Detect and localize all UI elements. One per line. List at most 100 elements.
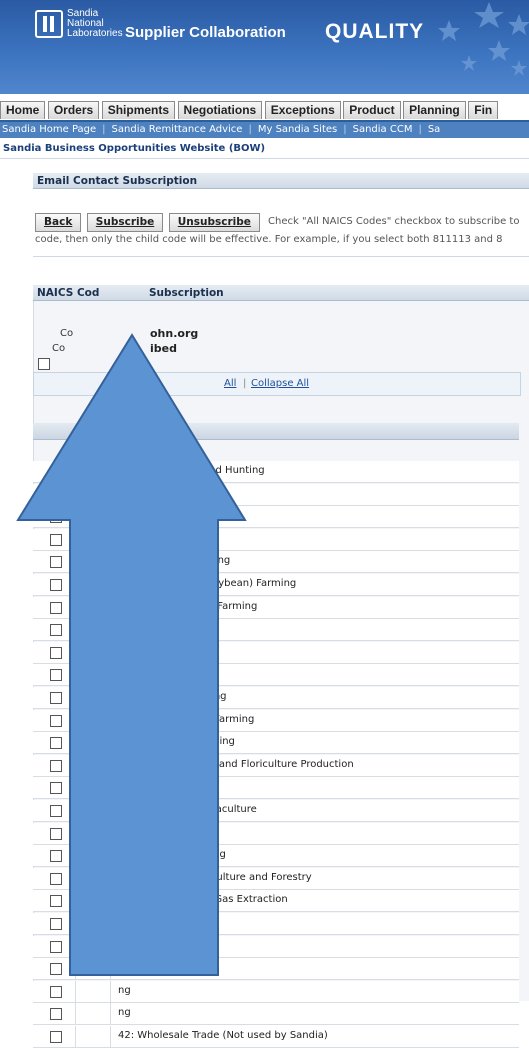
naics-checkbox[interactable] — [50, 692, 62, 704]
naics-row-label: 42: Wholesale Trade (Not used by Sandia) — [118, 1030, 328, 1041]
link-sandia-ccm[interactable]: Sandia CCM — [353, 124, 413, 135]
naics-row-label: rrying, and Oil and Gas Extraction — [118, 894, 288, 905]
contact-status-value: ibed — [150, 342, 177, 355]
naics-row-checkbox-cell — [33, 1003, 76, 1024]
naics-checkbox[interactable] — [50, 624, 62, 636]
collapse-all-link[interactable]: Collapse All — [251, 373, 309, 395]
all-naics-checkbox[interactable] — [38, 358, 50, 370]
link-more[interactable]: Sa — [428, 124, 440, 135]
naics-expand-cell — [75, 1003, 111, 1024]
naics-row-checkbox-cell — [33, 619, 76, 640]
tab-orders[interactable]: Orders — [47, 101, 100, 119]
naics-checkbox[interactable] — [50, 579, 62, 591]
naics-row-label: : Soybean Farming — [118, 533, 212, 544]
main-tabs: Home Orders Shipments Negotiations Excep… — [0, 98, 529, 123]
naics-row-label: 110: Soybean Farming — [118, 555, 231, 566]
email-section-header: Email Contact Subscription — [33, 173, 529, 189]
naics-checkbox[interactable] — [50, 602, 62, 614]
naics-checkbox[interactable] — [50, 1008, 62, 1020]
button-bar: Back Subscribe Unsubscribe — [35, 213, 262, 232]
naics-row: 42: Wholesale Trade (Not used by Sandia) — [33, 1026, 519, 1048]
naics-row-checkbox-cell — [33, 981, 76, 1002]
tab-negotiations[interactable]: Negotiations — [177, 101, 263, 119]
naics-row-checkbox-cell — [33, 484, 76, 505]
tab-planning[interactable]: Planning — [403, 101, 466, 119]
contact-email-label: Co — [60, 328, 74, 339]
link-sandia-home[interactable]: Sandia Home Page — [2, 124, 96, 135]
naics-checkbox[interactable] — [50, 1031, 62, 1043]
naics-checkbox[interactable] — [50, 782, 62, 794]
link-remittance-advice[interactable]: Sandia Remittance Advice — [112, 124, 243, 135]
naics-checkbox[interactable] — [50, 986, 62, 998]
naics-row-checkbox-cell — [33, 1026, 76, 1047]
naics-row: getable and Melon Farming — [33, 710, 519, 732]
naics-row-label: it and Tree Nut Farming — [118, 736, 235, 747]
naics-checkbox[interactable] — [50, 941, 62, 953]
naics-expand-cell — [75, 936, 111, 957]
bow-link[interactable]: Sandia Business Opportunities Website (B… — [3, 143, 265, 154]
naics-checkbox[interactable] — [50, 760, 62, 772]
naics-row: ng — [33, 981, 519, 1003]
naics-row-checkbox-cell — [33, 868, 76, 889]
naics-row: 110: Soybean Farming — [33, 551, 519, 573]
naics-row: Hunting and Trapping — [33, 845, 519, 867]
tab-finance[interactable]: Fin — [468, 101, 499, 119]
naics-checkbox[interactable] — [50, 963, 62, 975]
naics-row: eed and Grain Farming — [33, 506, 519, 528]
subscribe-button[interactable]: Subscribe — [86, 213, 164, 232]
naics-row: y and Logging — [33, 823, 519, 845]
naics-checkbox[interactable] — [50, 737, 62, 749]
naics-expand-cell — [75, 710, 111, 731]
naics-checkbox[interactable] — [50, 466, 62, 478]
naics-checkbox[interactable] — [50, 489, 62, 501]
naics-row-checkbox-cell — [33, 687, 76, 708]
app-title: Supplier Collaboration — [125, 24, 286, 41]
naics-expand-cell — [75, 687, 111, 708]
naics-row: n — [33, 936, 519, 958]
naics-checkbox[interactable] — [50, 647, 62, 659]
naics-checkbox[interactable] — [50, 669, 62, 681]
naics-row-label: t Activities for Agriculture and Forestr… — [118, 872, 312, 883]
naics-row-label: eed and Grain Farming — [118, 510, 233, 521]
tab-shipments[interactable]: Shipments — [101, 101, 176, 119]
naics-row-checkbox-cell — [33, 732, 76, 753]
naics-checkbox[interactable] — [50, 556, 62, 568]
expand-all-link[interactable]: All — [224, 373, 236, 395]
naics-row: : Rice Farming — [33, 664, 519, 686]
naics-expand-cell — [75, 981, 111, 1002]
naics-checkbox[interactable] — [50, 918, 62, 930]
naics-row-checkbox-cell — [33, 506, 76, 527]
naics-expand-cell — [75, 755, 111, 776]
naics-checkbox[interactable] — [50, 805, 62, 817]
naics-row-checkbox-cell — [33, 936, 76, 957]
naics-checkbox[interactable] — [50, 850, 62, 862]
naics-checkbox[interactable] — [50, 534, 62, 546]
naics-row: ng — [33, 958, 519, 980]
tab-exceptions[interactable]: Exceptions — [264, 101, 341, 119]
naics-expand-cell — [75, 529, 111, 550]
back-button[interactable]: Back — [35, 213, 82, 232]
naics-row-checkbox-cell — [33, 574, 76, 595]
naics-checkbox[interactable] — [50, 715, 62, 727]
link-my-sandia-sites[interactable]: My Sandia Sites — [258, 124, 337, 135]
naics-row: her Crop Farming — [33, 777, 519, 799]
naics-row-label: : Other Grain Farming — [118, 691, 227, 702]
naics-row-checkbox-cell — [33, 800, 76, 821]
stars-decoration — [438, 2, 529, 76]
naics-row-checkbox-cell — [33, 913, 76, 934]
naics-row: : Dry Pea and Bean Farming — [33, 597, 519, 619]
naics-expand-cell — [75, 1026, 111, 1047]
naics-checkbox[interactable] — [50, 511, 62, 523]
expand-collapse-bar: All | Collapse All — [33, 372, 521, 396]
naics-row: Forestry, Fishing and Hunting — [33, 461, 519, 483]
naics-row — [33, 913, 519, 935]
tab-home[interactable]: Home — [0, 101, 46, 119]
naics-checkbox[interactable] — [50, 895, 62, 907]
naics-row-label: Production and Aquaculture — [118, 804, 257, 815]
naics-checkbox[interactable] — [50, 873, 62, 885]
tab-product[interactable]: Product — [343, 101, 401, 119]
logo-line-3: Laboratories — [67, 28, 123, 39]
naics-row: rrying, and Oil and Gas Extraction — [33, 890, 519, 912]
unsubscribe-button[interactable]: Unsubscribe — [168, 213, 260, 232]
naics-checkbox[interactable] — [50, 828, 62, 840]
